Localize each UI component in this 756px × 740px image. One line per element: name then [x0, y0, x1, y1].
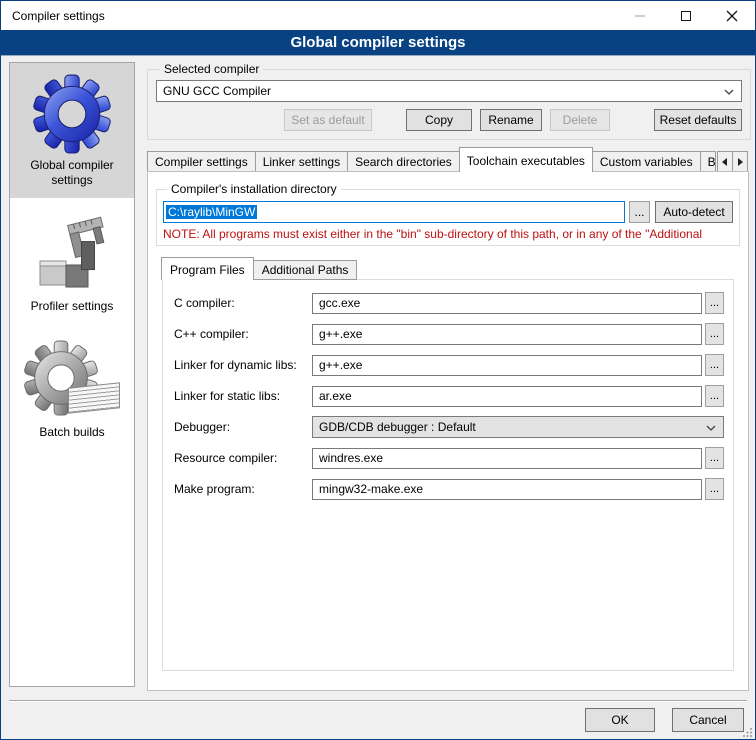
field-value: g++.exe — [319, 327, 362, 341]
tab-search-directories[interactable]: Search directories — [347, 151, 460, 172]
browse-cpp-compiler-button[interactable]: ... — [705, 323, 724, 345]
browse-static-linker-button[interactable]: ... — [705, 385, 724, 407]
blue-gear-icon — [14, 70, 130, 158]
field-label: Make program: — [174, 482, 312, 496]
field-value: ar.exe — [319, 389, 352, 403]
minimize-button — [617, 1, 663, 30]
installation-directory-legend: Compiler's installation directory — [167, 182, 341, 196]
debugger-select[interactable]: GDB/CDB debugger : Default — [312, 416, 724, 438]
field-label: Debugger: — [174, 420, 312, 434]
field-label: Resource compiler: — [174, 451, 312, 465]
selected-compiler-group: Selected compiler GNU GCC Compiler Set a… — [147, 62, 751, 140]
field-label: C++ compiler: — [174, 327, 312, 341]
field-row-cpp-compiler: C++ compiler: g++.exe ... — [174, 323, 724, 345]
arrow-right-icon — [736, 158, 744, 166]
field-label: Linker for static libs: — [174, 389, 312, 403]
field-row-c-compiler: C compiler: gcc.exe ... — [174, 292, 724, 314]
compiler-settings-dialog: Compiler settings Global compiler settin… — [0, 0, 756, 740]
main-panel: Selected compiler GNU GCC Compiler Set a… — [147, 62, 749, 691]
resource-compiler-input[interactable]: windres.exe — [312, 448, 702, 469]
tab-linker-settings[interactable]: Linker settings — [255, 151, 348, 172]
close-icon — [726, 10, 738, 22]
selected-compiler-legend: Selected compiler — [160, 62, 263, 76]
field-row-resource-compiler: Resource compiler: windres.exe ... — [174, 447, 724, 469]
installation-directory-value: C:\raylib\MinGW — [166, 205, 257, 219]
titlebar: Compiler settings — [1, 1, 755, 30]
maximize-button[interactable] — [663, 1, 709, 30]
program-files-page: C compiler: gcc.exe ... C++ compiler: g+… — [162, 279, 734, 671]
field-row-debugger: Debugger: GDB/CDB debugger : Default — [174, 416, 724, 438]
field-row-make-program: Make program: mingw32-make.exe ... — [174, 478, 724, 500]
installation-directory-input[interactable]: C:\raylib\MinGW — [163, 201, 625, 223]
window-title: Compiler settings — [12, 9, 105, 23]
arrow-left-icon — [721, 158, 729, 166]
settings-category-list: Global compiler settings — [9, 62, 135, 687]
tab-custom-variables[interactable]: Custom variables — [592, 151, 701, 172]
browse-make-program-button[interactable]: ... — [705, 478, 724, 500]
chevron-down-icon — [706, 425, 716, 431]
rename-button[interactable]: Rename — [480, 109, 542, 131]
browse-c-compiler-button[interactable]: ... — [705, 292, 724, 314]
tab-build-options[interactable]: Build options — [700, 151, 716, 172]
tab-compiler-settings[interactable]: Compiler settings — [147, 151, 256, 172]
field-row-static-linker: Linker for static libs: ar.exe ... — [174, 385, 724, 407]
caliper-icon — [14, 211, 130, 299]
field-value: g++.exe — [319, 358, 362, 372]
set-as-default-button: Set as default — [284, 109, 372, 131]
page-title: Global compiler settings — [1, 30, 755, 56]
tab-additional-paths[interactable]: Additional Paths — [253, 260, 358, 280]
resize-grip-icon[interactable] — [743, 727, 753, 737]
tab-scroll-right-button[interactable] — [732, 151, 748, 172]
browse-directory-button[interactable]: ... — [629, 201, 650, 223]
program-tabstrip: Program Files Additional Paths — [162, 257, 740, 280]
ok-button[interactable]: OK — [585, 708, 655, 732]
cancel-button[interactable]: Cancel — [672, 708, 744, 732]
make-program-input[interactable]: mingw32-make.exe — [312, 479, 702, 500]
static-linker-input[interactable]: ar.exe — [312, 386, 702, 407]
sidebar-item-batch-builds[interactable]: Batch builds — [10, 330, 134, 450]
compiler-select[interactable]: GNU GCC Compiler — [156, 80, 742, 102]
copy-button[interactable]: Copy — [406, 109, 472, 131]
gray-gear-stack-icon — [14, 337, 130, 425]
field-value: mingw32-make.exe — [319, 482, 423, 496]
field-label: Linker for dynamic libs: — [174, 358, 312, 372]
field-label: C compiler: — [174, 296, 312, 310]
tab-toolchain-executables[interactable]: Toolchain executables — [459, 147, 593, 172]
field-row-dynamic-linker: Linker for dynamic libs: g++.exe ... — [174, 354, 724, 376]
close-button[interactable] — [709, 1, 755, 30]
c-compiler-input[interactable]: gcc.exe — [312, 293, 702, 314]
field-value: gcc.exe — [319, 296, 360, 310]
chevron-down-icon — [724, 89, 734, 95]
minimize-icon — [635, 15, 645, 17]
field-value: windres.exe — [319, 451, 383, 465]
main-tabstrip: Compiler settings Linker settings Search… — [147, 147, 749, 172]
dynamic-linker-input[interactable]: g++.exe — [312, 355, 702, 376]
bin-subdirectory-note: NOTE: All programs must exist either in … — [163, 227, 733, 241]
delete-button: Delete — [550, 109, 610, 131]
installation-directory-group: Compiler's installation directory C:\ray… — [156, 182, 740, 246]
compiler-select-value: GNU GCC Compiler — [163, 84, 271, 98]
sidebar-item-label: Global compiler settings — [14, 158, 130, 188]
browse-dynamic-linker-button[interactable]: ... — [705, 354, 724, 376]
reset-defaults-button[interactable]: Reset defaults — [654, 109, 742, 131]
tab-program-files[interactable]: Program Files — [161, 257, 254, 280]
maximize-icon — [681, 11, 691, 21]
sidebar-item-profiler-settings[interactable]: Profiler settings — [10, 204, 134, 324]
toolchain-executables-page: Compiler's installation directory C:\ray… — [147, 171, 749, 691]
auto-detect-button[interactable]: Auto-detect — [655, 201, 733, 223]
sidebar-item-global-compiler-settings[interactable]: Global compiler settings — [10, 63, 134, 198]
stacked-sheets-icon — [68, 382, 120, 413]
footer-divider — [9, 700, 747, 702]
tab-scroll-left-button[interactable] — [717, 151, 733, 172]
sidebar-item-label: Batch builds — [14, 425, 130, 440]
sidebar-item-label: Profiler settings — [14, 299, 130, 314]
dialog-content: Global compiler settings — [1, 56, 755, 738]
field-value: GDB/CDB debugger : Default — [319, 420, 476, 434]
cpp-compiler-input[interactable]: g++.exe — [312, 324, 702, 345]
browse-resource-compiler-button[interactable]: ... — [705, 447, 724, 469]
